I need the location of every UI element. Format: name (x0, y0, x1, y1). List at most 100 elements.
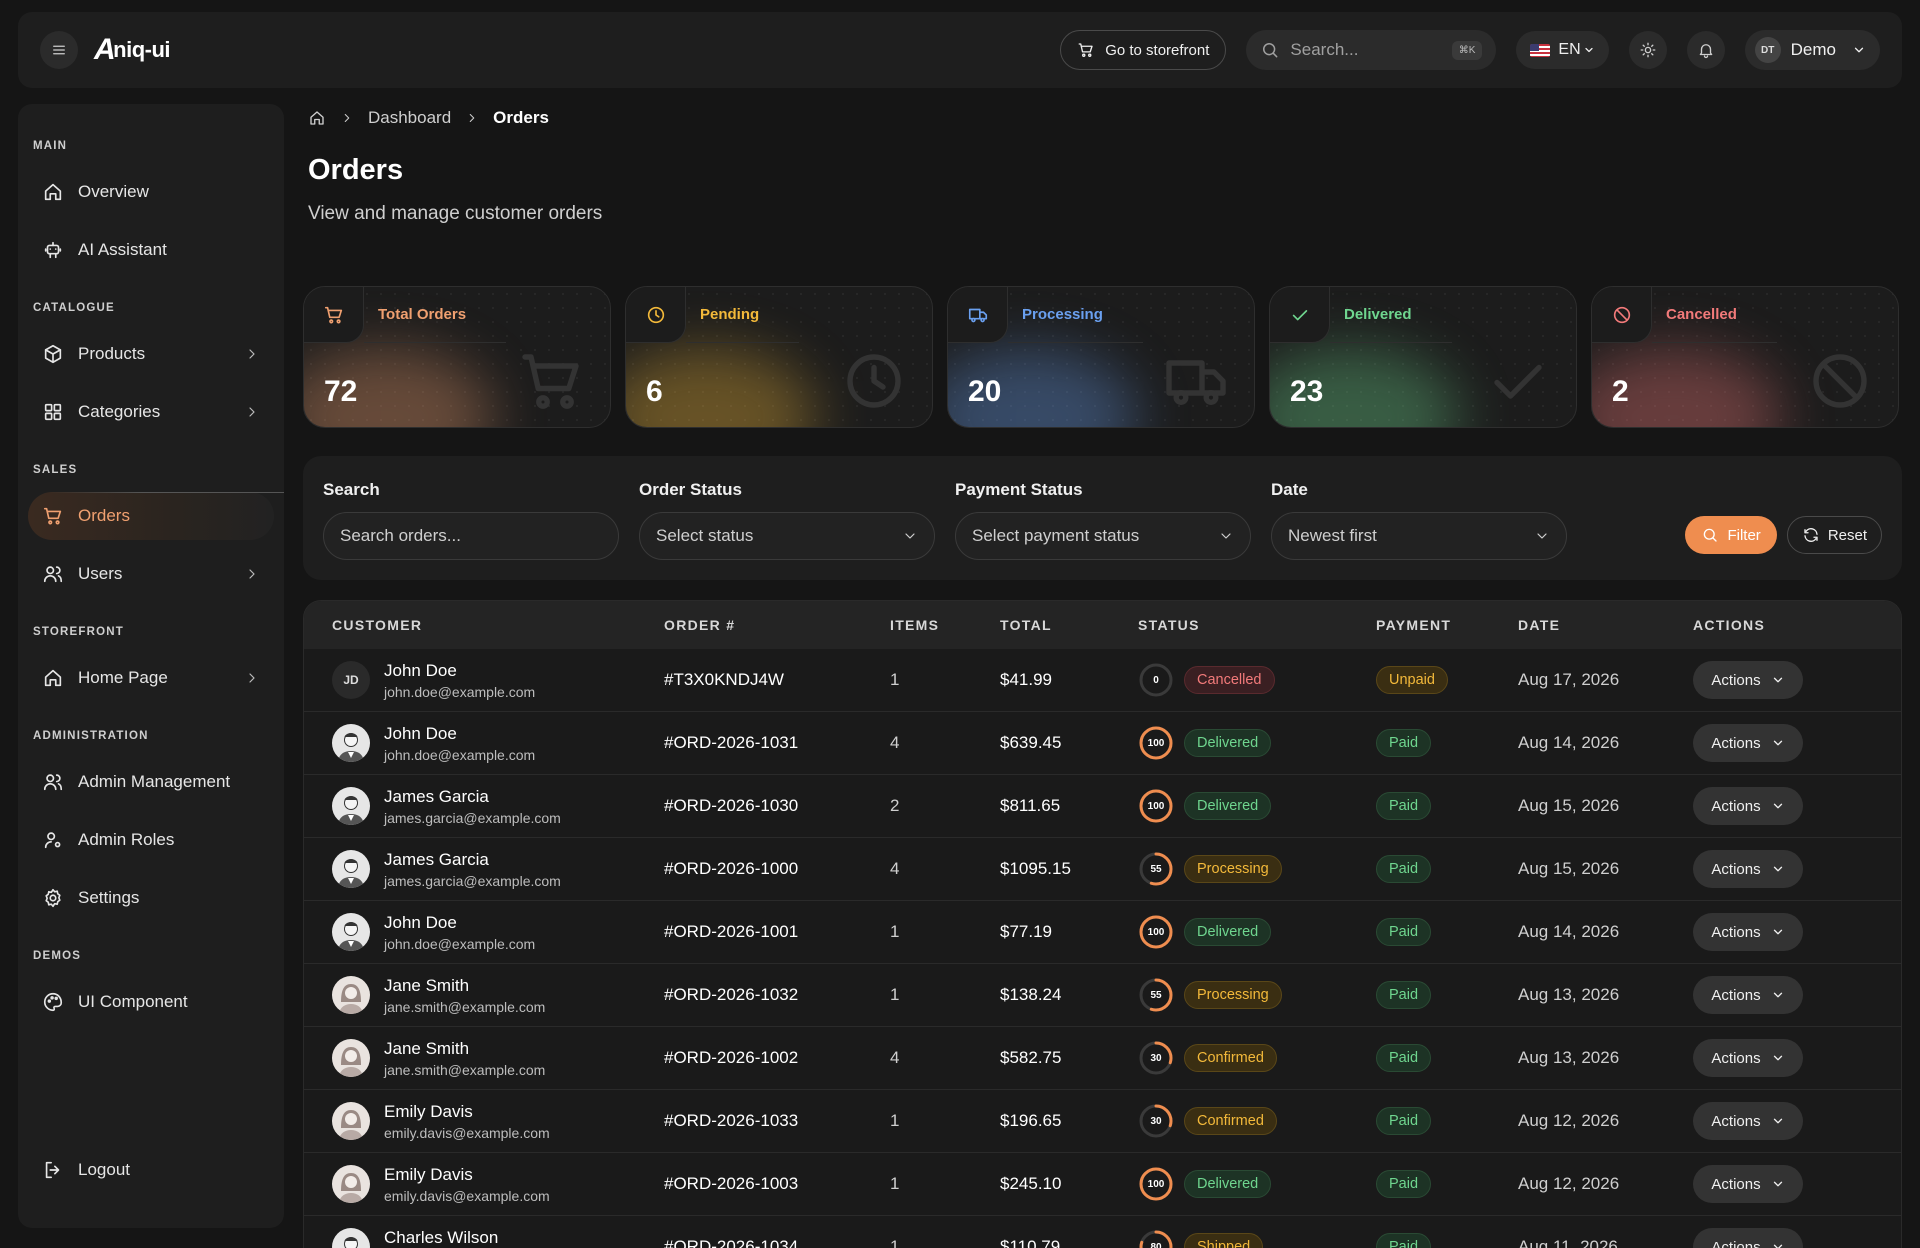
status-badge: Delivered (1184, 918, 1272, 946)
user-name: Demo (1790, 40, 1836, 59)
actions-dropdown-button[interactable]: Actions (1693, 1039, 1803, 1077)
table-row[interactable]: Jane Smith jane.smith@example.com #ORD-202… (304, 1027, 1901, 1090)
actions-dropdown-button[interactable]: Actions (1693, 913, 1803, 951)
progress-value: 100 (1147, 926, 1165, 938)
actions-cell: Actions (1693, 913, 1883, 951)
filter-button[interactable]: Filter (1685, 516, 1777, 554)
order-number[interactable]: #ORD-2026-1030 (664, 796, 890, 816)
column-header-status[interactable]: STATUS (1138, 617, 1376, 633)
progress-value: 30 (1150, 1115, 1162, 1127)
column-header-items[interactable]: ITEMS (890, 617, 1000, 633)
order-number[interactable]: #ORD-2026-1003 (664, 1174, 890, 1194)
actions-label: Actions (1711, 1175, 1761, 1193)
sidebar-item-users[interactable]: Users (28, 550, 274, 598)
order-total: $138.24 (1000, 985, 1062, 1004)
theme-toggle-button[interactable] (1628, 31, 1667, 69)
sidebar-item-home-page[interactable]: Home Page (28, 654, 274, 702)
logout-button[interactable]: Logout (28, 1146, 274, 1194)
order-number[interactable]: #ORD-2026-1031 (664, 733, 890, 753)
bell-icon (1699, 44, 1712, 59)
payment-status-select[interactable]: Select payment status (955, 512, 1251, 560)
table-row[interactable]: John Doe john.doe@example.com #ORD-2026-10… (304, 712, 1901, 775)
order-number[interactable]: #ORD-2026-1034 (664, 1237, 890, 1248)
sidebar-section-administration: ADMINISTRATION (33, 730, 149, 742)
logo[interactable]: A niq-ui (94, 33, 171, 67)
go-to-storefront-button[interactable]: Go to storefront (1060, 30, 1227, 70)
order-number[interactable]: #ORD-2026-1002 (664, 1048, 890, 1068)
table-row[interactable]: Emily Davis emily.davis@example.com #ORD-2… (304, 1090, 1901, 1153)
order-status-select[interactable]: Select status (639, 512, 935, 560)
actions-dropdown-button[interactable]: Actions (1693, 1165, 1803, 1203)
order-number[interactable]: #ORD-2026-1001 (664, 922, 890, 942)
order-total: $811.65 (1000, 796, 1061, 815)
stat-label: Total Orders (364, 287, 507, 343)
sidebar-item-categories[interactable]: Categories (28, 388, 274, 436)
search-orders-input[interactable]: Search orders... (323, 512, 619, 560)
sidebar-item-ui-component[interactable]: UI Component (28, 978, 274, 1026)
column-header-order[interactable]: ORDER # (664, 617, 890, 633)
sidebar-item-admin-management[interactable]: Admin Management (28, 758, 274, 806)
table-row[interactable]: Jane Smith jane.smith@example.com #ORD-202… (304, 964, 1901, 1027)
table-row[interactable]: John Doe john.doe@example.com #ORD-2026-10… (304, 901, 1901, 964)
actions-dropdown-button[interactable]: Actions (1693, 976, 1803, 1014)
chevron-down-icon (1585, 47, 1593, 53)
global-search-input[interactable]: Search... ⌘K (1246, 30, 1497, 70)
date-sort-select[interactable]: Newest first (1271, 512, 1567, 560)
stat-value: 20 (968, 375, 1002, 408)
column-header-customer[interactable]: CUSTOMER (304, 617, 664, 633)
sidebar-item-label: AI Assistant (78, 240, 167, 259)
order-items: 2 (890, 796, 900, 815)
sidebar-item-overview[interactable]: Overview (28, 168, 274, 216)
payment-badge: Paid (1376, 1233, 1432, 1248)
actions-dropdown-button[interactable]: Actions (1693, 1102, 1803, 1140)
user-menu-button[interactable]: DT Demo (1744, 30, 1880, 70)
order-number[interactable]: #ORD-2026-1033 (664, 1111, 890, 1131)
actions-dropdown-button[interactable]: Actions (1693, 850, 1803, 888)
table-row[interactable]: James Garcia james.garcia@example.com #ORD… (304, 838, 1901, 901)
column-header-total[interactable]: TOTAL (1000, 617, 1138, 633)
filter-button-label: Filter (1727, 526, 1761, 544)
order-date: Aug 11, 2026 (1518, 1237, 1618, 1248)
sidebar-item-ai-assistant[interactable]: AI Assistant (28, 226, 274, 274)
table-row[interactable]: James Garcia james.garcia@example.com #ORD… (304, 775, 1901, 838)
progress-value: 0 (1153, 674, 1159, 686)
column-header-payment[interactable]: PAYMENT (1376, 617, 1518, 633)
sidebar-item-orders[interactable]: Orders (28, 492, 284, 540)
menu-toggle-button[interactable] (40, 31, 78, 69)
actions-cell: Actions (1693, 787, 1883, 825)
reset-button[interactable]: Reset (1786, 516, 1882, 554)
customer-cell: Charles Wilsoncharles.wilson@example.com (304, 1228, 664, 1248)
actions-cell: Actions (1693, 1165, 1883, 1203)
actions-dropdown-button[interactable]: Actions (1693, 787, 1803, 825)
notifications-button[interactable] (1686, 31, 1725, 69)
stat-icon-box (1270, 287, 1330, 343)
column-header-date[interactable]: DATE (1518, 617, 1693, 633)
order-total: $582.75 (1000, 1048, 1062, 1067)
order-number[interactable]: #ORD-2026-1000 (664, 859, 890, 879)
order-number[interactable]: #T3X0KNDJ4W (664, 670, 890, 690)
users-icon (43, 774, 63, 791)
home-icon[interactable] (308, 109, 326, 127)
breadcrumb-dashboard-link[interactable]: Dashboard (368, 108, 451, 128)
stat-value: 2 (1612, 375, 1629, 408)
status-cell: 100 Delivered (1138, 725, 1376, 761)
order-number[interactable]: #ORD-2026-1032 (664, 985, 890, 1005)
language-select[interactable]: EN (1516, 31, 1609, 69)
table-row[interactable]: JD John Doe john.doe@example.com #T3X0KNDJ4… (304, 649, 1901, 712)
actions-dropdown-button[interactable]: Actions (1693, 724, 1803, 762)
actions-dropdown-button[interactable]: Actions (1693, 661, 1803, 699)
sidebar-item-admin-roles[interactable]: Admin Roles (28, 816, 274, 864)
us-flag-icon (1530, 43, 1551, 57)
customer-cell: John Doe john.doe@example.com (304, 913, 664, 952)
actions-dropdown-button[interactable]: Actions (1693, 1228, 1803, 1248)
sidebar-item-products[interactable]: Products (28, 330, 274, 378)
stat-card-pending: Pending 6 (625, 286, 933, 428)
order-items: 1 (890, 1237, 900, 1248)
male-avatar-icon (332, 724, 370, 762)
status-badge: Delivered (1184, 792, 1272, 820)
sidebar-item-settings[interactable]: Settings (28, 874, 274, 922)
table-row[interactable]: Charles Wilsoncharles.wilson@example.com… (304, 1216, 1901, 1248)
sidebar-item-label: Admin Roles (78, 830, 175, 849)
date-sort-value: Newest first (1288, 526, 1377, 545)
table-row[interactable]: Emily Davis emily.davis@example.com #ORD-2… (304, 1153, 1901, 1216)
